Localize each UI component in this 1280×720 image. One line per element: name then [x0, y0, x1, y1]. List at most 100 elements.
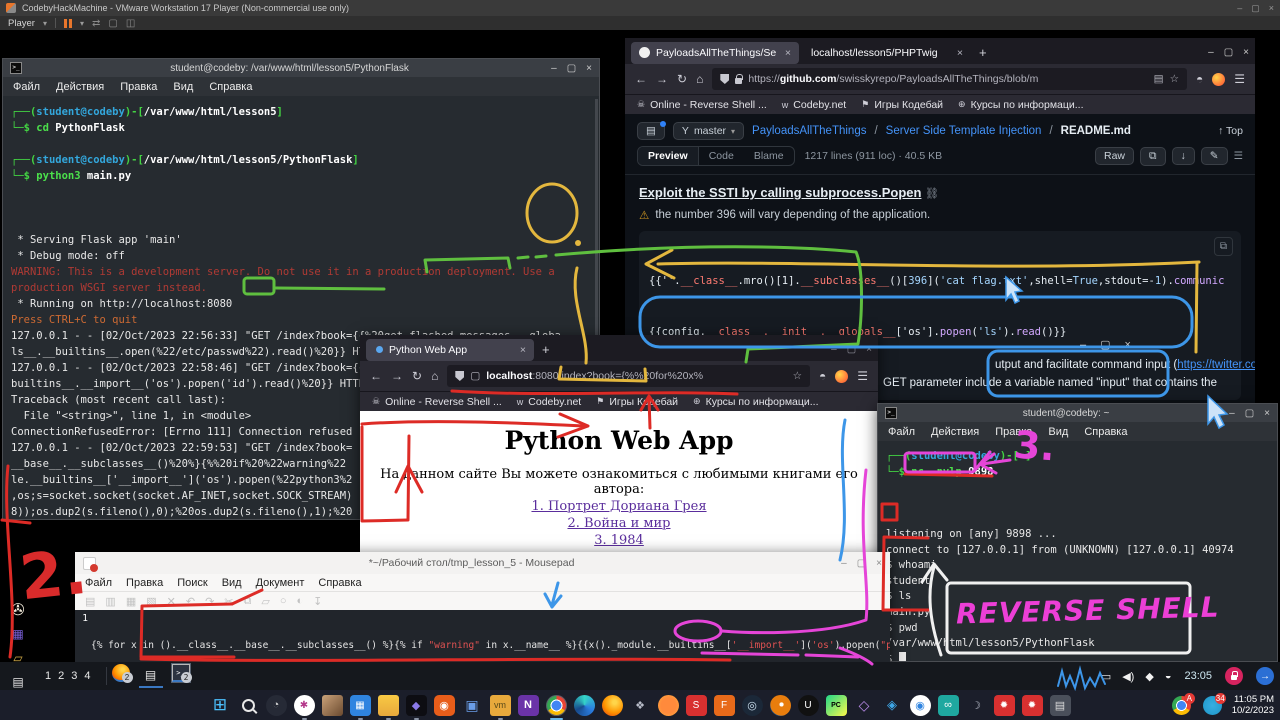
- toolbar-icon[interactable]: ⧉: [244, 595, 252, 608]
- windows-taskbar-icon[interactable]: PC: [826, 695, 847, 716]
- background-window-controls[interactable]: –▢×: [1080, 338, 1145, 351]
- ctrl-alt-del-icon[interactable]: ⇄: [92, 18, 100, 29]
- reader-view-icon[interactable]: ▤: [1154, 73, 1164, 85]
- windows-taskbar-icon[interactable]: ◉: [910, 695, 931, 716]
- bookmark-star-icon[interactable]: ☆: [1170, 73, 1179, 85]
- toolbar-icon[interactable]: ▤: [85, 595, 95, 608]
- copy-raw-icon[interactable]: ⧉: [1140, 147, 1166, 166]
- shield-icon[interactable]: [455, 371, 464, 381]
- toolbar-icon[interactable]: ○: [280, 595, 287, 607]
- bookmark-item[interactable]: wCodeby.net: [782, 99, 846, 111]
- terminal-titlebar[interactable]: >_ student@codeby: /var/www/html/lesson5…: [3, 59, 599, 77]
- menu-icon[interactable]: ☰: [1234, 72, 1245, 86]
- terminal-titlebar[interactable]: >_ student@codeby: ~ – ▢ ×: [878, 404, 1277, 422]
- maximize-button[interactable]: ▢: [1224, 47, 1233, 58]
- tray-app-icon[interactable]: 34: [1203, 696, 1222, 715]
- editor-area[interactable]: 1 {% for x in ().__class__.__base__.__su…: [75, 610, 890, 662]
- menu-item[interactable]: Справка: [318, 577, 361, 589]
- new-tab-button[interactable]: +: [542, 342, 550, 357]
- download-icon[interactable]: ↓: [1172, 147, 1195, 165]
- firefox-account-icon[interactable]: [835, 370, 848, 383]
- home-icon[interactable]: ⌂: [696, 72, 703, 86]
- windows-taskbar-icon[interactable]: ◔: [266, 695, 287, 716]
- logout-icon[interactable]: →: [1256, 667, 1274, 685]
- tray-icon[interactable]: ▭: [1101, 670, 1111, 683]
- tab-python-web-app[interactable]: Python Web App ×: [366, 339, 534, 361]
- workspace-number[interactable]: 3: [71, 670, 77, 682]
- tab-blame[interactable]: Blame: [744, 147, 794, 165]
- back-icon[interactable]: ←: [370, 369, 382, 383]
- forward-icon[interactable]: →: [391, 369, 403, 383]
- outline-icon[interactable]: ☰: [1234, 150, 1243, 162]
- forward-icon[interactable]: →: [656, 72, 668, 86]
- tray-icon[interactable]: ◆: [1145, 670, 1153, 683]
- windows-taskbar-icon[interactable]: ∞: [938, 695, 959, 716]
- book-link-2[interactable]: 2. Война и мир: [360, 516, 878, 531]
- url-bar[interactable]: https://github.com/swisskyrepo/PayloadsA…: [712, 68, 1187, 90]
- editor-code[interactable]: {% for x in ().__class__.__base__.__subc…: [91, 610, 890, 662]
- minimize-button[interactable]: –: [831, 344, 837, 355]
- player-menu[interactable]: Player: [8, 18, 35, 29]
- tray-icon[interactable]: ◒: [1165, 670, 1172, 683]
- maximize-button[interactable]: ▢: [847, 344, 856, 355]
- windows-taskbar-icon[interactable]: vm: [490, 695, 511, 716]
- shield-icon[interactable]: [720, 74, 729, 84]
- toolbar-icon[interactable]: ▱: [261, 595, 269, 608]
- windows-taskbar-icon[interactable]: S: [686, 695, 707, 716]
- running-app-button[interactable]: ▤: [139, 664, 163, 688]
- windows-taskbar-icon[interactable]: [770, 695, 791, 716]
- menu-item[interactable]: Файл: [85, 577, 112, 589]
- breadcrumb-folder[interactable]: Server Side Template Injection: [886, 125, 1042, 137]
- windows-taskbar-icon[interactable]: U: [798, 695, 819, 716]
- windows-taskbar-icon[interactable]: [658, 695, 679, 716]
- windows-taskbar-icon[interactable]: ❖: [630, 695, 651, 716]
- windows-taskbar-icon[interactable]: ◆: [406, 695, 427, 716]
- workspace-number[interactable]: 4: [84, 670, 90, 682]
- menu-item[interactable]: Вид: [1048, 426, 1068, 438]
- url-bar[interactable]: ▢ localhost:8080/index?book={%%20for%20x…: [447, 365, 810, 387]
- toolbar-icon[interactable]: ↷: [205, 595, 214, 608]
- bookmark-item[interactable]: ☠Online - Reverse Shell ...: [372, 396, 502, 408]
- book-link-1[interactable]: 1. Портрет Дориана Грея: [360, 499, 878, 514]
- windows-taskbar-icon[interactable]: ◇: [854, 695, 875, 716]
- bookmark-item[interactable]: ⊕Курсы по информаци...: [958, 99, 1083, 111]
- vmware-maximize-button[interactable]: ▢: [1251, 3, 1260, 14]
- lock-screen-icon[interactable]: [1225, 667, 1243, 685]
- windows-taskbar-icon[interactable]: ◈: [882, 695, 903, 716]
- toolbar-icon[interactable]: ✂: [224, 595, 233, 608]
- close-button[interactable]: ×: [1243, 47, 1249, 58]
- minimize-button[interactable]: –: [841, 558, 847, 569]
- windows-taskbar-icon[interactable]: [546, 695, 567, 716]
- maximize-button[interactable]: ▢: [1245, 408, 1254, 419]
- windows-taskbar-icon[interactable]: ▤: [1050, 695, 1071, 716]
- workspace-number[interactable]: 1: [45, 670, 51, 682]
- windows-taskbar-icon[interactable]: ☽: [966, 695, 987, 716]
- close-tab-icon[interactable]: ×: [520, 344, 526, 356]
- pocket-icon[interactable]: ◓: [819, 369, 826, 383]
- tray-app-icon[interactable]: A: [1172, 696, 1191, 715]
- file-tree-button[interactable]: ▤: [637, 122, 665, 140]
- windows-taskbar-icon[interactable]: ✹: [1022, 695, 1043, 716]
- menu-item[interactable]: Правка: [126, 577, 163, 589]
- terminal-output[interactable]: ┌──(student@codeby)-[~] └─$ nc -nvlp 989…: [878, 441, 1277, 661]
- windows-taskbar-icon[interactable]: ▦: [350, 695, 371, 716]
- bookmark-item[interactable]: wCodeby.net: [517, 396, 581, 408]
- maximize-button[interactable]: ▢: [857, 558, 866, 569]
- vm-clock[interactable]: 23:05: [1184, 670, 1212, 682]
- close-button[interactable]: ×: [586, 63, 592, 74]
- minimize-button[interactable]: –: [1208, 47, 1214, 58]
- close-button[interactable]: ×: [876, 558, 882, 569]
- taskbar-launcher-icon[interactable]: ✇: [6, 598, 30, 622]
- menu-item[interactable]: Вид: [173, 81, 193, 93]
- toolbar-icon[interactable]: ✕: [167, 595, 176, 608]
- windows-taskbar-icon[interactable]: [238, 695, 259, 716]
- breadcrumb-repo[interactable]: PayloadsAllTheThings: [752, 125, 866, 137]
- minimize-button[interactable]: –: [1229, 408, 1235, 419]
- maximize-button[interactable]: ▢: [567, 63, 576, 74]
- reload-icon[interactable]: ↻: [412, 369, 422, 383]
- windows-taskbar-icon[interactable]: [574, 695, 595, 716]
- menu-item[interactable]: Вид: [222, 577, 242, 589]
- toolbar-icon[interactable]: ▧: [146, 595, 156, 608]
- windows-taskbar-icon[interactable]: [322, 695, 343, 716]
- suspend-vm-button[interactable]: [64, 19, 72, 28]
